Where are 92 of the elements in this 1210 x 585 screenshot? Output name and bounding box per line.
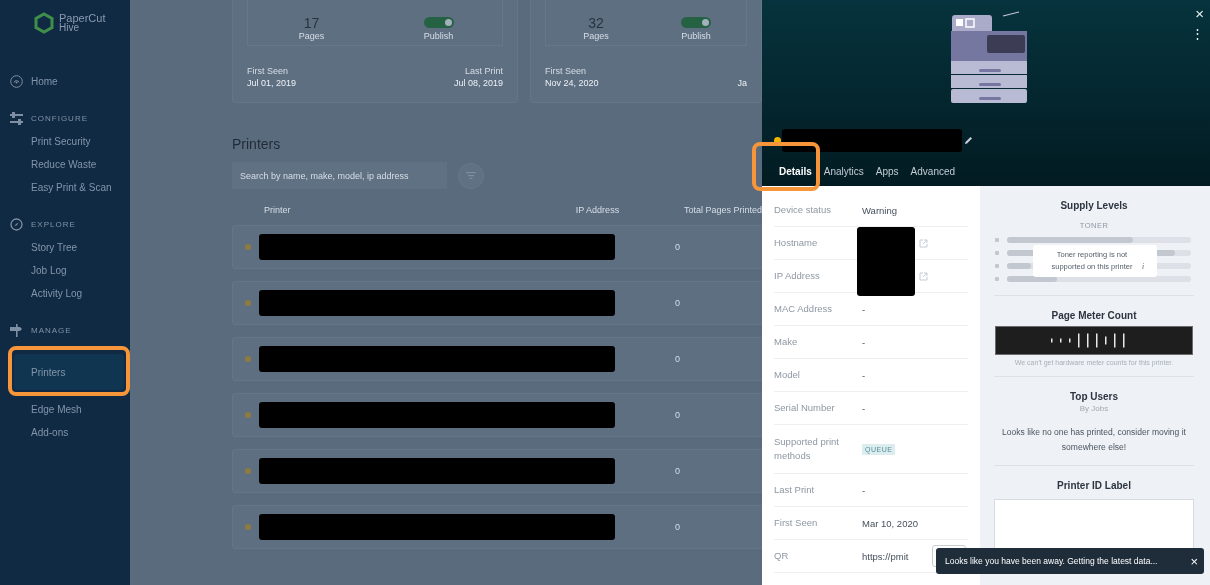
- field-value: -: [862, 402, 866, 414]
- field-value: -: [862, 484, 866, 496]
- more-button[interactable]: ⋮: [1191, 26, 1204, 42]
- home-signal-icon: [10, 75, 23, 88]
- printer-row[interactable]: 0: [232, 393, 762, 437]
- field-label: Hostname: [774, 236, 819, 250]
- field-label: Supported print methods: [774, 435, 840, 463]
- sidebar-item[interactable]: Reduce Waste: [0, 153, 130, 176]
- date-label: First Seen: [247, 66, 289, 78]
- compass-icon: [10, 218, 23, 231]
- field-value: -: [862, 336, 866, 348]
- search-field[interactable]: Search by name, make, model, ip address: [232, 162, 447, 189]
- date-label: Last Print: [463, 66, 503, 78]
- publish-toggle[interactable]: [681, 17, 711, 28]
- empty-message: Looks like no one has printed, consider moving it somewhere else!: [1001, 426, 1187, 454]
- redacted-block: [857, 227, 915, 296]
- sidebar-item[interactable]: Printers: [14, 354, 124, 390]
- logo-subtext: Hive: [59, 23, 79, 33]
- sidebar-item[interactable]: Story Tree: [0, 236, 130, 259]
- date-value: Ja: [737, 78, 747, 88]
- sidebar-item[interactable]: Print Security: [0, 130, 130, 153]
- toggle-label: Publish: [681, 31, 711, 41]
- sliders-icon: [10, 112, 23, 125]
- field-label: QR: [774, 549, 790, 563]
- section-heading: CONFIGURE: [31, 114, 88, 123]
- highlight-frame: [752, 142, 820, 191]
- field-value: Warning: [862, 204, 898, 216]
- printer-row[interactable]: 0: [232, 225, 762, 269]
- table-cell: 0: [675, 522, 680, 532]
- field-label: Model: [774, 368, 801, 382]
- date-label: First Seen: [545, 66, 587, 78]
- tab[interactable]: Details: [774, 160, 817, 183]
- field-value: -: [862, 369, 866, 381]
- signpost-icon: [10, 324, 23, 337]
- table-cell: 0: [675, 242, 680, 252]
- field-label: First Seen: [774, 516, 819, 530]
- edit-button[interactable]: [962, 136, 975, 145]
- close-button[interactable]: ×: [1195, 6, 1204, 22]
- table-cell: 0: [675, 410, 680, 420]
- field-value: Mar 10, 2020: [862, 517, 918, 529]
- logo-text: PaperCut: [59, 13, 106, 23]
- section-title: Printers: [232, 136, 282, 152]
- column-header: IP Address: [575, 205, 621, 215]
- field-label: MAC Address: [774, 302, 834, 316]
- printer-row[interactable]: 0: [232, 281, 762, 325]
- publish-toggle[interactable]: [423, 17, 454, 28]
- sidebar-item[interactable]: Edge Mesh: [0, 398, 130, 421]
- field-label: Serial Number: [774, 401, 836, 415]
- printer-row[interactable]: 0: [232, 337, 762, 381]
- external-link-icon: [919, 271, 928, 281]
- toast-message: Looks like you have been away. Getting the latest data...: [945, 556, 1158, 566]
- date-value: Nov 24, 2020: [545, 78, 599, 88]
- column-header: Printer: [263, 205, 292, 215]
- date-value: Jul 01, 2019: [247, 78, 297, 88]
- section-title: Page Meter Count: [1051, 310, 1137, 321]
- sidebar-item[interactable]: Home: [0, 70, 130, 93]
- field-value: https://pmit: [862, 550, 910, 562]
- section-title: Printer ID Label: [1057, 480, 1131, 491]
- sidebar-item[interactable]: Activity Log: [0, 282, 130, 305]
- printer-row[interactable]: 0: [232, 449, 762, 493]
- count-label: Pages: [297, 31, 326, 41]
- field-value: -: [862, 303, 866, 315]
- section-title: Top Users: [1069, 391, 1119, 402]
- pencil-icon: [964, 136, 973, 145]
- toggle-label: Publish: [423, 31, 454, 41]
- section-heading: MANAGE: [31, 326, 72, 335]
- filter-icon: [466, 172, 476, 179]
- section-heading: EXPLORE: [31, 220, 76, 229]
- close-button[interactable]: ×: [1190, 553, 1198, 569]
- external-link-icon: [919, 238, 928, 248]
- table-cell: 0: [675, 298, 680, 308]
- count-label: Pages: [582, 31, 610, 41]
- field-label: Last Print: [774, 483, 816, 497]
- table-cell: 0: [675, 466, 680, 476]
- section-title: Supply Levels: [1060, 200, 1128, 211]
- printer-row[interactable]: 0: [232, 505, 762, 549]
- section-subtitle: By Jobs: [1079, 404, 1109, 413]
- tab[interactable]: Advanced: [905, 160, 961, 183]
- date-value: Jul 08, 2019: [453, 78, 503, 88]
- field-label: IP Address: [774, 269, 821, 283]
- hexagon-logo-icon: [33, 12, 55, 34]
- page-count: 17: [302, 15, 321, 31]
- table-cell: 0: [675, 354, 680, 364]
- tab[interactable]: Apps: [870, 160, 904, 183]
- tab[interactable]: Analytics: [818, 160, 869, 183]
- page-count: 32: [587, 15, 605, 31]
- field-label: Make: [774, 335, 799, 349]
- column-header: Total Pages Printed: [683, 205, 762, 215]
- field-label: Device status: [774, 203, 833, 217]
- sidebar-item[interactable]: Add-ons: [0, 421, 130, 444]
- sidebar-item[interactable]: Easy Print & Scan: [0, 176, 130, 199]
- sidebar-item[interactable]: Job Log: [0, 259, 130, 282]
